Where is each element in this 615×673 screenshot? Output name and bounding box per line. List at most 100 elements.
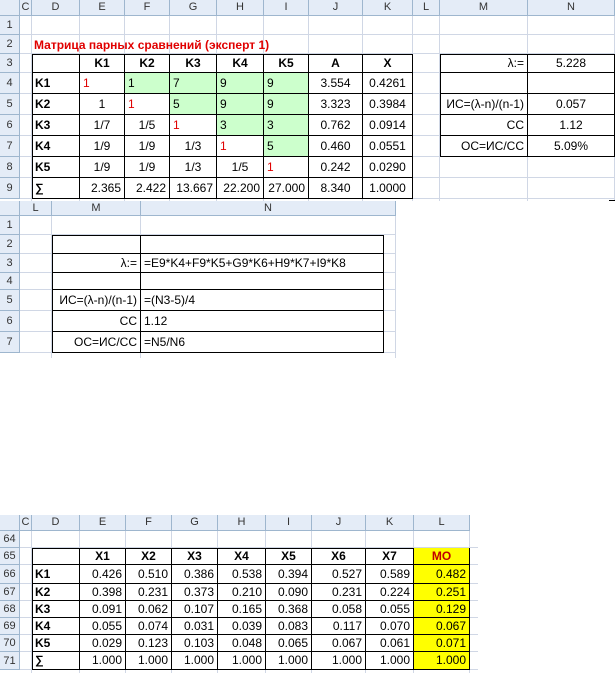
weights-header-cell[interactable]: X4	[218, 548, 266, 565]
matrix-cell[interactable]: 1/5	[217, 157, 264, 178]
row-header[interactable]: 6	[0, 311, 20, 332]
row-header[interactable]: 3	[0, 254, 20, 273]
weights-header-cell[interactable]: X2	[126, 548, 172, 565]
column-header[interactable]: F	[126, 515, 172, 531]
weights-cell[interactable]: 0.231	[312, 584, 366, 601]
matrix-cell[interactable]: 9	[217, 73, 264, 94]
weights-header-cell[interactable]: X3	[172, 548, 218, 565]
column-header[interactable]: G	[170, 0, 217, 16]
matrix-cell[interactable]: K5	[32, 157, 80, 178]
column-header[interactable]: F	[125, 0, 170, 16]
weights-cell[interactable]: ∑	[32, 652, 80, 670]
matrix-cell[interactable]: 1/7	[80, 115, 125, 136]
weights-cell[interactable]: 0.083	[266, 618, 312, 635]
column-header[interactable]: C	[20, 515, 32, 531]
formula-cell[interactable]: 1.12	[141, 311, 384, 332]
weights-cell[interactable]: 0.065	[266, 635, 312, 652]
row-header[interactable]: 4	[0, 73, 20, 94]
row-header[interactable]: 71	[0, 652, 20, 670]
row-header[interactable]: 1	[0, 216, 20, 235]
column-header[interactable]: L	[414, 515, 470, 531]
stat-value[interactable]	[528, 73, 615, 94]
matrix-cell[interactable]: 1/9	[80, 136, 125, 157]
weights-cell[interactable]: 0.058	[312, 601, 366, 618]
matrix-header-cell[interactable]: K3	[170, 54, 217, 73]
weights-cell[interactable]: 0.090	[266, 584, 312, 601]
matrix-cell[interactable]: 1/9	[125, 157, 170, 178]
weights-cell[interactable]: 0.224	[366, 584, 414, 601]
weights-cell[interactable]: 1.000	[312, 652, 366, 670]
row-header[interactable]: 65	[0, 548, 20, 565]
row-header[interactable]: 4	[0, 273, 20, 290]
column-header[interactable]: J	[312, 515, 366, 531]
weights-cell[interactable]: 1.000	[126, 652, 172, 670]
weights-cell[interactable]: 0.123	[126, 635, 172, 652]
mo-cell[interactable]: 0.482	[414, 565, 470, 584]
matrix-cell[interactable]: 3.323	[309, 94, 363, 115]
weights-cell[interactable]: 0.394	[266, 565, 312, 584]
stat-value[interactable]: 1.12	[528, 115, 615, 136]
weights-cell[interactable]: 0.165	[218, 601, 266, 618]
weights-header-cell[interactable]: MO	[414, 548, 470, 565]
column-header[interactable]: E	[80, 515, 126, 531]
column-header[interactable]: M	[440, 0, 528, 16]
stat-label[interactable]: ОС=ИС/СС	[440, 136, 528, 157]
matrix-cell[interactable]: 0.0914	[363, 115, 413, 136]
weights-cell[interactable]: 0.510	[126, 565, 172, 584]
column-header[interactable]: D	[32, 0, 80, 16]
matrix-header-cell[interactable]: K2	[125, 54, 170, 73]
matrix-cell[interactable]: 7	[170, 73, 217, 94]
mo-cell[interactable]: 0.129	[414, 601, 470, 618]
column-header[interactable]: G	[172, 515, 218, 531]
weights-cell[interactable]: 0.426	[80, 565, 126, 584]
stat-value[interactable]: 5.228	[528, 54, 615, 73]
row-header[interactable]: 3	[0, 54, 20, 73]
matrix-cell[interactable]: 9	[264, 94, 309, 115]
weights-cell[interactable]: 0.062	[126, 601, 172, 618]
weights-header-cell[interactable]	[32, 548, 80, 565]
formula-label[interactable]: СС	[52, 311, 141, 332]
weights-cell[interactable]: 0.589	[366, 565, 414, 584]
weights-cell[interactable]: 1.000	[172, 652, 218, 670]
column-header[interactable]: H	[218, 515, 266, 531]
column-header[interactable]: K	[363, 0, 413, 16]
matrix-cell[interactable]: 2.422	[125, 178, 170, 199]
weights-cell[interactable]: 0.070	[366, 618, 414, 635]
weights-cell[interactable]: 0.231	[126, 584, 172, 601]
matrix-cell[interactable]: 1/3	[170, 136, 217, 157]
matrix-cell[interactable]: 1	[217, 136, 264, 157]
weights-cell[interactable]: 0.039	[218, 618, 266, 635]
weights-cell[interactable]: 0.117	[312, 618, 366, 635]
matrix-cell[interactable]: 0.460	[309, 136, 363, 157]
weights-cell[interactable]: K5	[32, 635, 80, 652]
matrix-cell[interactable]: ∑	[32, 178, 80, 199]
weights-cell[interactable]: 0.103	[172, 635, 218, 652]
weights-cell[interactable]: 0.210	[218, 584, 266, 601]
weights-cell[interactable]: 0.091	[80, 601, 126, 618]
formula-label[interactable]: λ:=	[52, 254, 141, 273]
matrix-cell[interactable]: 1/3	[170, 157, 217, 178]
weights-cell[interactable]: 1.000	[366, 652, 414, 670]
matrix-header-cell[interactable]: X	[363, 54, 413, 73]
select-all-corner[interactable]	[0, 0, 20, 16]
weights-header-cell[interactable]: X6	[312, 548, 366, 565]
weights-cell[interactable]: 0.048	[218, 635, 266, 652]
matrix-cell[interactable]: 3	[217, 115, 264, 136]
matrix-cell[interactable]: 5	[170, 94, 217, 115]
mo-cell[interactable]: 0.251	[414, 584, 470, 601]
column-header[interactable]: I	[264, 0, 309, 16]
matrix-cell[interactable]: 9	[217, 94, 264, 115]
matrix-cell[interactable]: K1	[32, 73, 80, 94]
matrix-cell[interactable]: 1	[80, 73, 125, 94]
weights-cell[interactable]: 0.398	[80, 584, 126, 601]
row-header[interactable]: 5	[0, 290, 20, 311]
weights-cell[interactable]: K1	[32, 565, 80, 584]
row-header[interactable]: 9	[0, 178, 20, 199]
matrix-cell[interactable]: 5	[264, 136, 309, 157]
weights-cell[interactable]: K4	[32, 618, 80, 635]
weights-cell[interactable]: 0.055	[366, 601, 414, 618]
row-header[interactable]: 8	[0, 157, 20, 178]
matrix-cell[interactable]: 1.0000	[363, 178, 413, 199]
matrix-header-cell[interactable]: K1	[80, 54, 125, 73]
row-header[interactable]: 7	[0, 136, 20, 157]
